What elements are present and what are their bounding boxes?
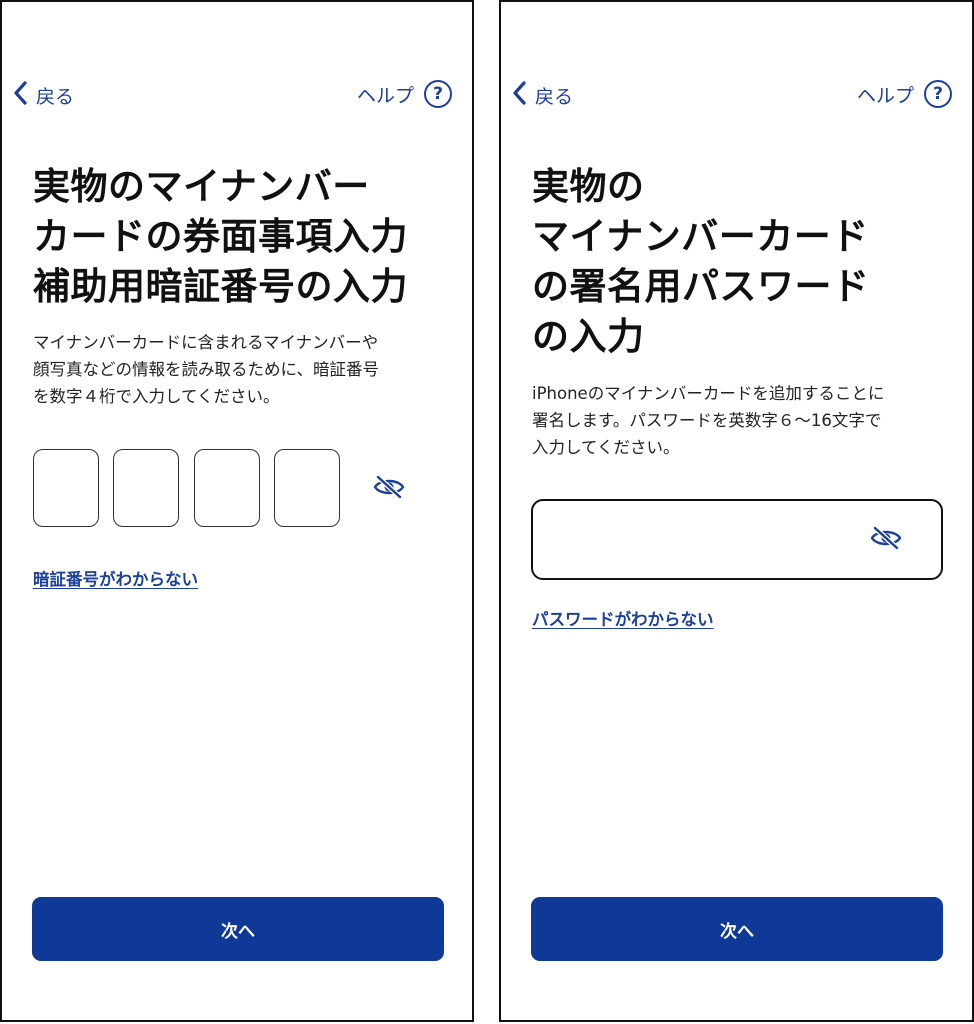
title-line: の入力 (532, 315, 645, 358)
instruction-line: 顔写真などの情報を読み取るために、暗証番号 (33, 360, 380, 379)
forgot-pin-link[interactable]: 暗証番号がわからない (33, 566, 198, 590)
title-line: 補助用暗証番号の入力 (33, 265, 408, 308)
help-button[interactable]: ヘルプ ? (857, 78, 952, 110)
instruction-line: 入力してください。 (532, 438, 680, 457)
pin-digit-input-3[interactable] (194, 449, 260, 527)
pin-digit-input-4[interactable] (274, 449, 340, 527)
back-label: 戻る (36, 85, 75, 108)
show-pin-toggle[interactable] (372, 474, 406, 504)
title-line: 実物のマイナンバー (33, 165, 370, 208)
pin-entry-screen: 戻る ヘルプ ? 実物のマイナンバー カードの券面事項入力 補助用暗証番号の入力… (0, 0, 474, 1022)
instruction-line: を数字４桁で入力してください。 (33, 387, 280, 406)
next-button[interactable]: 次へ (531, 897, 943, 961)
eye-slash-icon (373, 474, 405, 504)
chevron-left-icon (511, 80, 529, 111)
back-button[interactable]: 戻る (511, 80, 573, 110)
instruction-text: iPhoneのマイナンバーカードを追加することに 署名します。パスワードを英数字… (532, 380, 944, 461)
show-password-toggle[interactable] (869, 525, 903, 555)
pin-digit-input-1[interactable] (33, 449, 99, 527)
forgot-password-link[interactable]: パスワードがわからない (532, 606, 714, 630)
help-label: ヘルプ (356, 84, 414, 107)
page-title: 実物の マイナンバーカード の署名用パスワード の入力 (532, 162, 870, 362)
back-label: 戻る (535, 85, 574, 108)
help-label: ヘルプ (856, 84, 914, 107)
title-line: 実物の (532, 165, 645, 208)
instruction-line: iPhoneのマイナンバーカードを追加することに (532, 384, 885, 403)
instruction-line: 署名します。パスワードを英数字６〜16文字で (532, 411, 882, 430)
instruction-line: マイナンバーカードに含まれるマイナンバーや (33, 333, 379, 352)
pin-digit-input-2[interactable] (113, 449, 179, 527)
next-button[interactable]: 次へ (32, 897, 444, 961)
back-button[interactable]: 戻る (12, 80, 74, 110)
title-line: カードの券面事項入力 (33, 215, 408, 258)
question-circle-icon: ? (924, 80, 952, 108)
eye-slash-icon (870, 525, 902, 555)
instruction-text: マイナンバーカードに含まれるマイナンバーや 顔写真などの情報を読み取るために、暗… (33, 329, 444, 410)
chevron-left-icon (12, 80, 30, 111)
page-title: 実物のマイナンバー カードの券面事項入力 補助用暗証番号の入力 (33, 162, 408, 312)
title-line: の署名用パスワード (532, 265, 870, 308)
help-button[interactable]: ヘルプ ? (357, 78, 452, 110)
password-entry-screen: 戻る ヘルプ ? 実物の マイナンバーカード の署名用パスワード の入力 iPh… (499, 0, 974, 1022)
question-circle-icon: ? (424, 80, 452, 108)
title-line: マイナンバーカード (532, 215, 869, 258)
